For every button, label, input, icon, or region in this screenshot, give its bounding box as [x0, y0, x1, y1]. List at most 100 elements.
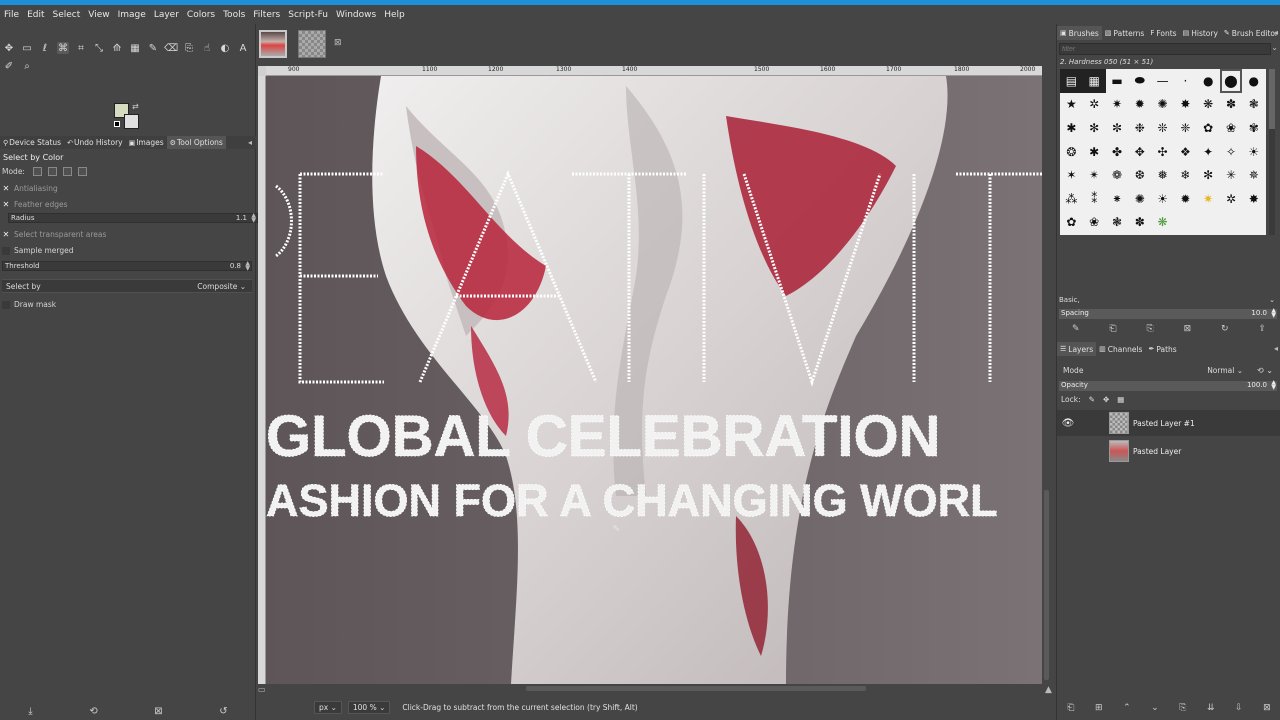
duplicate-brush-icon[interactable]: ⎘: [1146, 324, 1153, 334]
eraser-tool-icon[interactable]: ⌫: [164, 42, 178, 54]
quick-mask-icon[interactable]: ▭: [258, 685, 266, 694]
scroll-thumb[interactable]: [1044, 490, 1049, 680]
brush-preset-cell[interactable]: ❅: [1151, 163, 1174, 187]
spin-arrows-icon[interactable]: ▲ ▼: [1271, 380, 1276, 391]
tab-tool-options[interactable]: ⚙ Tool Options: [166, 136, 226, 149]
dodge-tool-icon[interactable]: ◐: [219, 42, 231, 54]
menu-help[interactable]: Help: [384, 10, 405, 20]
layer-row[interactable]: Pasted Layer: [1057, 438, 1280, 464]
menu-script-fu[interactable]: Script-Fu: [288, 10, 328, 20]
vertical-scrollbar[interactable]: [1042, 66, 1052, 684]
lower-layer-icon[interactable]: ⌄: [1151, 703, 1159, 713]
mode-add-icon[interactable]: [47, 167, 57, 176]
brush-preset-cell[interactable]: —: [1151, 69, 1174, 93]
brush-preset-combo[interactable]: Basic, ⌄: [1059, 296, 1277, 306]
vertical-ruler[interactable]: [258, 76, 266, 684]
brush-preset-cell[interactable]: ✻: [1197, 163, 1220, 187]
brush-preset-cell[interactable]: ❋: [1151, 211, 1174, 235]
menu-view[interactable]: View: [88, 10, 109, 20]
brush-preset-cell[interactable]: ✧: [1220, 140, 1243, 164]
brush-preset-cell[interactable]: ❈: [1174, 116, 1197, 140]
scroll-thumb[interactable]: [526, 686, 866, 691]
threshold-slider[interactable]: Threshold 0.8 ▲ ▼: [2, 261, 252, 272]
open-brush-icon[interactable]: ⇪: [1258, 324, 1266, 334]
tab-undo-history[interactable]: ↶ Undo History: [64, 136, 126, 149]
brush-preset-cell[interactable]: ✹: [1174, 187, 1197, 211]
warp-transform-tool-icon[interactable]: ⟰: [111, 42, 123, 54]
brush-preset-cell[interactable]: ✵: [1242, 163, 1265, 187]
brush-preset-cell[interactable]: ✽: [1220, 93, 1243, 117]
smudge-tool-icon[interactable]: ☝: [201, 42, 213, 54]
brush-preset-cell[interactable]: ⬤: [1219, 69, 1243, 93]
menu-filters[interactable]: Filters: [253, 10, 280, 20]
reset-options-icon[interactable]: ↺: [219, 706, 227, 717]
brush-preset-cell[interactable]: ✿: [1060, 211, 1083, 235]
tab-channels[interactable]: ▥ Channels: [1096, 342, 1145, 356]
menu-windows[interactable]: Windows: [336, 10, 376, 20]
spin-arrows-icon[interactable]: ▲ ▼: [1271, 308, 1276, 319]
brush-preset-cell[interactable]: ❉: [1128, 116, 1151, 140]
dock-menu-icon[interactable]: ◂: [248, 138, 252, 147]
brush-preset-cell[interactable]: ❋: [1197, 93, 1220, 117]
edit-brush-icon[interactable]: ✎: [1072, 324, 1080, 334]
brush-preset-cell[interactable]: ⁑: [1083, 187, 1106, 211]
brush-preset-cell[interactable]: ✦: [1197, 140, 1220, 164]
select-transparent-checkbox[interactable]: ✕ Select transparent areas: [2, 230, 107, 239]
brush-preset-cell[interactable]: ✻: [1083, 116, 1106, 140]
lock-alpha-icon[interactable]: ▦: [1117, 395, 1124, 404]
raise-layer-icon[interactable]: ⌃: [1123, 703, 1131, 713]
radius-slider[interactable]: Radius 1.1 ▲ ▼: [8, 213, 258, 224]
restore-options-icon[interactable]: ⟲: [89, 706, 97, 717]
delete-brush-icon[interactable]: ⊠: [1184, 324, 1192, 334]
menu-select[interactable]: Select: [53, 10, 81, 20]
scroll-thumb[interactable]: [1269, 69, 1275, 129]
paintbrush-tool-icon[interactable]: ✎: [147, 42, 159, 54]
brush-preset-cell[interactable]: ✷: [1197, 187, 1220, 211]
spin-arrows-icon[interactable]: ▲ ▼: [245, 261, 250, 272]
image-tab-1[interactable]: [259, 30, 287, 58]
mode-replace-icon[interactable]: [32, 167, 42, 176]
color-picker-tool-icon[interactable]: ✐: [3, 60, 15, 72]
brush-preset-cell[interactable]: ❆: [1128, 163, 1151, 187]
eye-icon[interactable]: 👁: [1057, 418, 1079, 429]
mode-options-icon[interactable]: ⟲ ⌄: [1257, 366, 1273, 375]
menu-tools[interactable]: Tools: [223, 10, 245, 20]
tab-images[interactable]: ▣ Images: [126, 136, 167, 149]
brush-preset-cell[interactable]: ✺: [1128, 187, 1151, 211]
dock-menu-icon[interactable]: ◂: [1274, 344, 1278, 353]
brush-preset-cell[interactable]: ☀: [1151, 187, 1174, 211]
brush-preset-cell[interactable]: ⬬: [1128, 69, 1151, 93]
zoom-select[interactable]: 100 % ⌄: [347, 700, 391, 714]
brush-preset-cell[interactable]: ▦: [1082, 69, 1106, 93]
brush-preset-cell[interactable]: ✺: [1151, 93, 1174, 117]
delete-options-icon[interactable]: ⊠: [154, 706, 162, 717]
brush-preset-cell[interactable]: ✥: [1128, 140, 1151, 164]
free-select-tool-icon[interactable]: ℓ: [39, 42, 51, 54]
layer-mode-combo[interactable]: Mode Normal ⌄ ⟲ ⌄: [1059, 363, 1277, 377]
brush-preset-cell[interactable]: ✲: [1083, 93, 1106, 117]
crop-tool-icon[interactable]: ⌗: [75, 42, 87, 54]
brush-preset-cell[interactable]: ❊: [1151, 116, 1174, 140]
unified-transform-tool-icon[interactable]: ⤡: [93, 42, 105, 54]
tab-paths[interactable]: ✒ Paths: [1145, 342, 1179, 356]
new-layer-icon[interactable]: ⎗: [1067, 703, 1074, 713]
draw-mask-checkbox[interactable]: Draw mask: [2, 300, 56, 309]
brush-preset-cell[interactable]: ▤: [1060, 69, 1083, 93]
brush-preset-cell[interactable]: ❁: [1106, 163, 1129, 187]
brush-preset-cell[interactable]: ✽: [1128, 211, 1151, 235]
brush-preset-cell[interactable]: ❂: [1060, 140, 1083, 164]
brush-preset-cell[interactable]: ⁂: [1060, 187, 1083, 211]
image-canvas[interactable]: GLOBAL CELEBRATION ASHION FOR A CHANGING…: [266, 76, 1042, 684]
brush-preset-cell[interactable]: ✱: [1083, 140, 1106, 164]
feather-edges-checkbox[interactable]: ✕ Feather edges: [2, 200, 68, 209]
brush-preset-cell[interactable]: ·: [1174, 69, 1197, 93]
menu-colors[interactable]: Colors: [187, 10, 215, 20]
brush-preset-cell[interactable]: ❄: [1174, 163, 1197, 187]
brush-preset-cell[interactable]: ★: [1060, 93, 1083, 117]
spin-arrows-icon[interactable]: ▲ ▼: [251, 213, 256, 224]
brush-filter-input[interactable]: [1059, 43, 1271, 55]
swap-colors-icon[interactable]: ⇄: [132, 102, 139, 111]
brush-preset-cell[interactable]: ✾: [1242, 116, 1265, 140]
tab-device-status[interactable]: ⚲ Device Status: [0, 136, 64, 149]
reset-colors-icon[interactable]: [114, 121, 120, 127]
